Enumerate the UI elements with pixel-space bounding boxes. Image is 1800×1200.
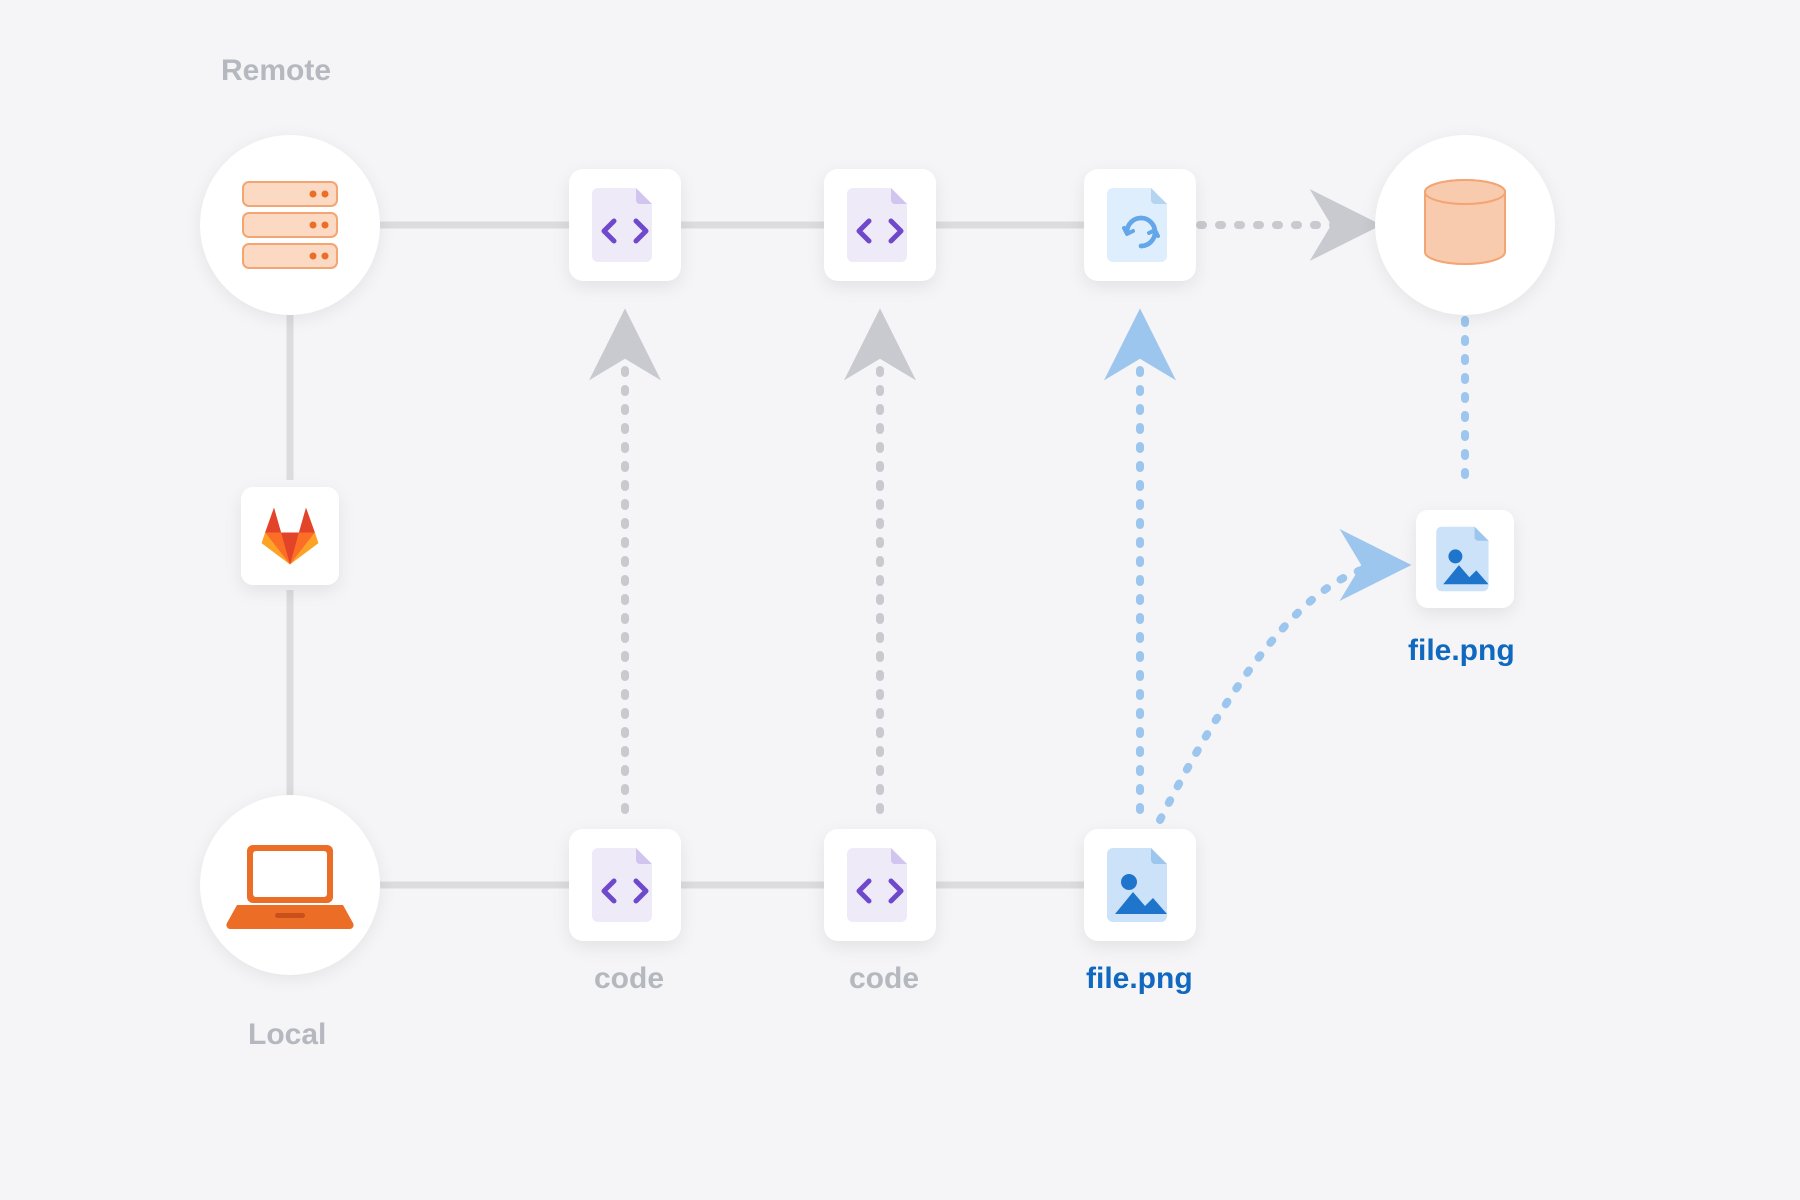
database-icon (1410, 170, 1520, 280)
local-code-tile-2 (824, 829, 936, 941)
code-file-icon (847, 186, 913, 264)
remote-server-node (200, 135, 380, 315)
gitlab-node (241, 487, 339, 585)
gitlab-icon (258, 504, 322, 568)
sync-file-icon (1107, 186, 1173, 264)
laptop-icon (225, 835, 355, 935)
image-file-icon (1436, 525, 1494, 593)
code-file-icon (592, 186, 658, 264)
local-image-tile (1084, 829, 1196, 941)
local-laptop-node (200, 795, 380, 975)
remote-code-tile-1 (569, 169, 681, 281)
remote-image-tile (1416, 510, 1514, 608)
local-code-label-1: code (594, 962, 664, 996)
code-file-icon (592, 846, 658, 924)
remote-code-tile-2 (824, 169, 936, 281)
remote-sync-tile (1084, 169, 1196, 281)
local-file-label: file.png (1086, 962, 1193, 996)
image-file-icon (1107, 846, 1173, 924)
remote-file-label: file.png (1408, 634, 1515, 668)
remote-label: Remote (221, 54, 331, 88)
server-icon (235, 170, 345, 280)
local-code-tile-1 (569, 829, 681, 941)
code-file-icon (847, 846, 913, 924)
local-code-label-2: code (849, 962, 919, 996)
local-label: Local (248, 1018, 326, 1052)
diagram-canvas: Remote Local (0, 0, 1800, 1200)
remote-storage-node (1375, 135, 1555, 315)
